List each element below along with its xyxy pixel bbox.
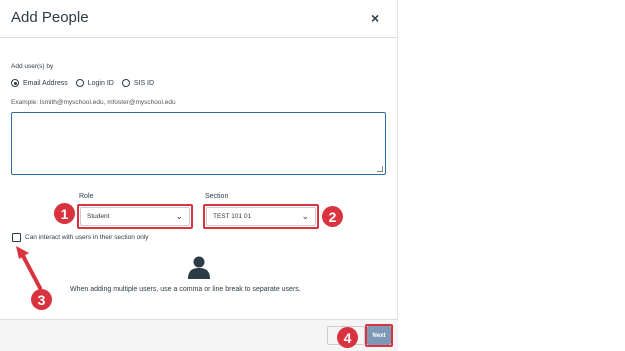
radio-label: Email Address [23, 79, 68, 87]
help-text: When adding multiple users, use a comma … [70, 286, 301, 293]
step-badge-2: 2 [322, 206, 343, 227]
role-value: Student [87, 213, 110, 220]
add-people-dialog: Add People × Add user(s) by Email Addres… [0, 0, 398, 351]
role-label: Role [79, 193, 94, 200]
step-badge-3: 3 [31, 289, 52, 310]
radio-unselected-icon [121, 79, 130, 87]
chevron-down-icon: ⌄ [301, 211, 309, 221]
step-badge-4: 4 [337, 327, 358, 348]
chevron-down-icon: ⌄ [175, 211, 183, 221]
close-icon[interactable]: × [371, 10, 379, 26]
user-icon [188, 256, 210, 279]
add-by-options: Email Address Login ID SIS ID [11, 78, 162, 88]
example-hint: Example: lsmith@myschool.edu, mfoster@my… [11, 99, 176, 106]
radio-selected-icon [11, 79, 19, 87]
arrow-annotation-icon [16, 246, 42, 290]
step-badge-1: 1 [54, 203, 75, 224]
radio-sis-id[interactable]: SIS ID [121, 79, 155, 87]
checkbox-label: Can interact with users in their section… [25, 234, 149, 241]
section-select[interactable]: TEST 101 01 ⌄ [206, 207, 316, 226]
next-button[interactable]: Next [367, 326, 391, 345]
radio-email-address[interactable]: Email Address [11, 79, 68, 87]
radio-login-id[interactable]: Login ID [75, 79, 114, 87]
users-textarea[interactable] [11, 112, 386, 175]
role-select[interactable]: Student ⌄ [80, 207, 190, 226]
radio-label: SIS ID [133, 79, 155, 87]
radio-unselected-icon [75, 79, 84, 87]
dialog-title: Add People [11, 9, 89, 26]
dialog-header: Add People × [0, 0, 398, 38]
section-only-checkbox[interactable] [12, 233, 21, 242]
radio-label: Login ID [87, 79, 114, 87]
add-by-label: Add user(s) by [11, 63, 54, 70]
section-value: TEST 101 01 [213, 213, 252, 220]
section-label: Section [205, 193, 229, 200]
section-only-option[interactable]: Can interact with users in their section… [12, 233, 149, 242]
